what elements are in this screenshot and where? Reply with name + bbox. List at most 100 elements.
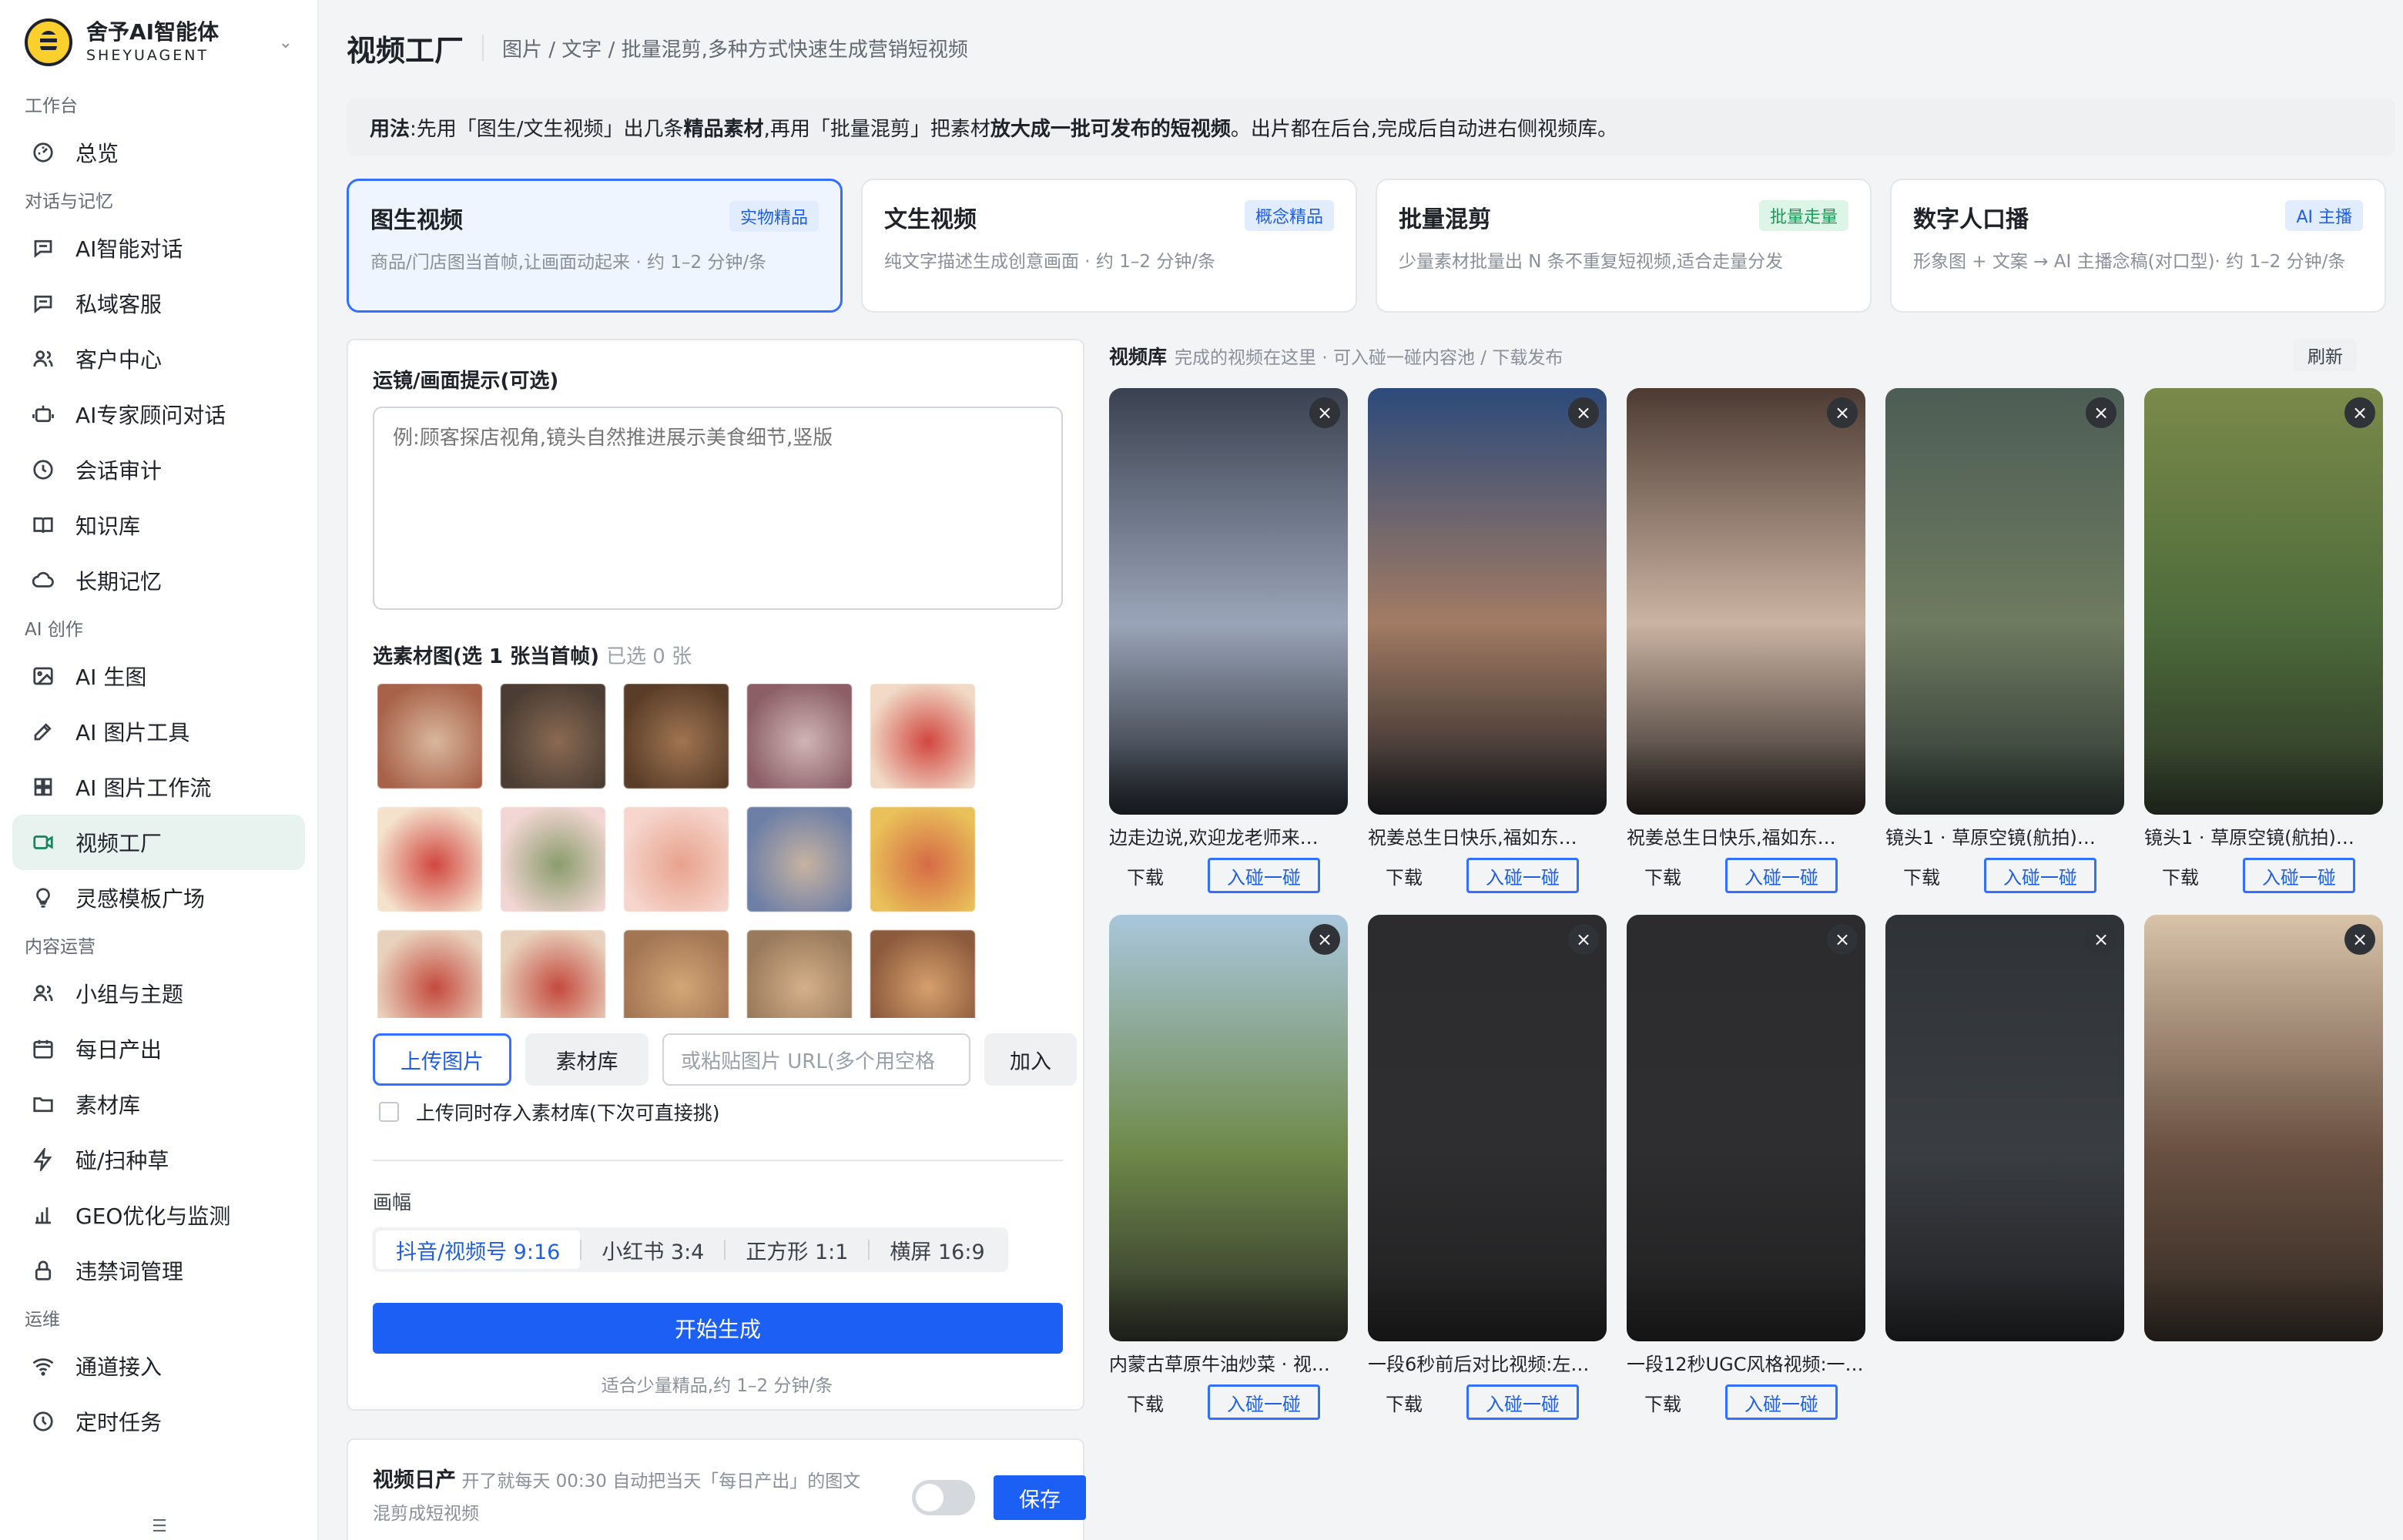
aspect-option[interactable]: 横屏 16:9 xyxy=(870,1230,1004,1269)
material-thumbnail[interactable] xyxy=(377,807,482,912)
refresh-button[interactable]: 刷新 xyxy=(2294,339,2357,371)
prompt-textarea[interactable] xyxy=(373,407,1063,610)
sidebar-item[interactable]: 长期记忆 xyxy=(12,553,305,608)
video-thumbnail[interactable]: × xyxy=(1885,915,2124,1341)
aspect-option[interactable]: 抖音/视频号 9:16 xyxy=(376,1230,581,1269)
sidebar-item[interactable]: 每日产出 xyxy=(12,1021,305,1076)
sidebar-item[interactable]: 素材库 xyxy=(12,1076,305,1132)
download-link[interactable]: 下载 xyxy=(2144,862,2217,889)
video-thumbnail[interactable]: × xyxy=(1627,388,1865,815)
close-icon[interactable]: × xyxy=(1309,924,1340,955)
material-thumbnail[interactable] xyxy=(747,930,852,1018)
download-link[interactable]: 下载 xyxy=(1109,862,1181,889)
aspect-option[interactable]: 正方形 1:1 xyxy=(726,1230,868,1269)
image-url-input[interactable]: 或粘贴图片 URL(多个用空格 xyxy=(662,1033,970,1086)
material-thumbnail[interactable] xyxy=(377,930,482,1018)
material-thumbnail[interactable] xyxy=(501,684,605,788)
material-thumbnail[interactable] xyxy=(624,807,729,912)
sidebar-item[interactable]: AI 图片工具 xyxy=(12,704,305,759)
video-thumbnail[interactable]: × xyxy=(2144,915,2383,1341)
collapse-sidebar-icon[interactable]: ☰ xyxy=(0,1512,319,1540)
video-thumbnail[interactable]: × xyxy=(1368,915,1607,1341)
video-thumbnail[interactable]: × xyxy=(2144,388,2383,815)
video-library-header: 视频库 完成的视频在这里 · 可入碰一碰内容池 / 下载发布 刷新 xyxy=(1109,339,2388,371)
brand-switcher[interactable]: 舍予AI智能体 SHEYUAGENT ⌄ xyxy=(0,0,317,85)
sidebar-item[interactable]: 通道接入 xyxy=(12,1338,305,1394)
sidebar-item[interactable]: 定时任务 xyxy=(12,1394,305,1449)
sidebar-item[interactable]: AI专家顾问对话 xyxy=(12,387,305,442)
close-icon[interactable]: × xyxy=(1309,397,1340,428)
main-content: 视频工厂 图片 / 文字 / 批量混剪,多种方式快速生成营销短视频 用法 :先用… xyxy=(319,0,2403,1540)
material-thumbnail[interactable] xyxy=(377,684,482,788)
material-thumbnail[interactable] xyxy=(501,807,605,912)
sidebar-item[interactable]: 碰/扫种草 xyxy=(12,1132,305,1187)
sidebar-item[interactable]: 会话审计 xyxy=(12,442,305,497)
add-to-pool-button[interactable]: 入碰一碰 xyxy=(1984,858,2096,893)
sidebar-item[interactable]: 违禁词管理 xyxy=(12,1243,305,1298)
video-thumbnail[interactable]: × xyxy=(1885,388,2124,815)
close-icon[interactable]: × xyxy=(2344,397,2375,428)
sidebar-item[interactable]: 灵感模板广场 xyxy=(12,870,305,926)
sidebar-item[interactable]: 视频工厂 xyxy=(12,815,305,870)
material-thumbnail[interactable] xyxy=(747,684,852,788)
video-thumbnail[interactable]: × xyxy=(1368,388,1607,815)
sidebar-item[interactable]: 知识库 xyxy=(12,497,305,553)
video-thumbnail[interactable]: × xyxy=(1627,915,1865,1341)
mode-card[interactable]: 文生视频 概念精品 纯文字描述生成创意画面 · 约 1–2 分钟/条 xyxy=(861,179,1357,313)
close-icon[interactable]: × xyxy=(1568,924,1599,955)
close-icon[interactable]: × xyxy=(1827,924,1858,955)
sidebar-item[interactable]: GEO优化与监测 xyxy=(12,1187,305,1243)
sidebar-item[interactable]: 客户中心 xyxy=(12,331,305,387)
download-link[interactable]: 下载 xyxy=(1627,862,1699,889)
sidebar-item-label: AI 生图 xyxy=(75,665,147,690)
save-to-library-option[interactable]: 上传同时存入素材库(下次可直接挑) xyxy=(379,1098,720,1126)
video-thumbnail[interactable]: × xyxy=(1109,915,1348,1341)
sidebar-item[interactable]: 私域客服 xyxy=(12,276,305,331)
close-icon[interactable]: × xyxy=(2086,397,2116,428)
material-thumbnail[interactable] xyxy=(747,807,852,912)
download-link[interactable]: 下载 xyxy=(1627,1389,1699,1416)
video-actions: 下载 入碰一碰 xyxy=(1627,858,1865,893)
add-url-button[interactable]: 加入 xyxy=(984,1033,1077,1086)
chevron-down-icon[interactable]: ⌄ xyxy=(279,33,293,52)
close-icon[interactable]: × xyxy=(2086,924,2116,955)
add-to-pool-button[interactable]: 入碰一碰 xyxy=(1466,858,1579,893)
download-link[interactable]: 下载 xyxy=(1109,1389,1181,1416)
add-to-pool-button[interactable]: 入碰一碰 xyxy=(1725,858,1838,893)
add-to-pool-button[interactable]: 入碰一碰 xyxy=(1466,1384,1579,1420)
close-icon[interactable]: × xyxy=(1568,397,1599,428)
video-thumbnail[interactable]: × xyxy=(1109,388,1348,815)
material-thumbnail[interactable] xyxy=(870,930,975,1018)
sidebar-item[interactable]: 小组与主题 xyxy=(12,966,305,1021)
material-thumbnails xyxy=(377,684,1071,1018)
mode-card[interactable]: 批量混剪 批量走量 少量素材批量出 N 条不重复短视频,适合走量分发 xyxy=(1376,179,1872,313)
material-thumbnail[interactable] xyxy=(624,684,729,788)
sidebar-item[interactable]: AI 生图 xyxy=(12,648,305,704)
download-link[interactable]: 下载 xyxy=(1885,862,1958,889)
upload-image-button[interactable]: 上传图片 xyxy=(373,1033,511,1086)
aspect-option[interactable]: 小红书 3:4 xyxy=(581,1230,724,1269)
sidebar-item[interactable]: AI 图片工作流 xyxy=(12,759,305,815)
material-thumbnail[interactable] xyxy=(870,684,975,788)
material-thumbnail[interactable] xyxy=(501,930,605,1018)
save-button[interactable]: 保存 xyxy=(994,1475,1086,1520)
video-title: 内蒙古草原牛油炒菜 · 视… xyxy=(1109,1354,1330,1375)
add-to-pool-button[interactable]: 入碰一碰 xyxy=(1208,1384,1320,1420)
material-thumbnail[interactable] xyxy=(870,807,975,912)
start-generate-button[interactable]: 开始生成 xyxy=(373,1303,1063,1354)
material-thumbnail[interactable] xyxy=(624,930,729,1018)
mode-card[interactable]: 图生视频 实物精品 商品/门店图当首帧,让画面动起来 · 约 1–2 分钟/条 xyxy=(347,179,843,313)
add-to-pool-button[interactable]: 入碰一碰 xyxy=(1208,858,1320,893)
sidebar-item[interactable]: 总览 xyxy=(12,125,305,180)
add-to-pool-button[interactable]: 入碰一碰 xyxy=(2243,858,2355,893)
close-icon[interactable]: × xyxy=(2344,924,2375,955)
save-to-library-checkbox[interactable] xyxy=(379,1102,399,1122)
material-library-button[interactable]: 素材库 xyxy=(525,1033,649,1086)
daily-toggle[interactable] xyxy=(912,1480,975,1515)
add-to-pool-button[interactable]: 入碰一碰 xyxy=(1725,1384,1838,1420)
download-link[interactable]: 下载 xyxy=(1368,862,1440,889)
sidebar-item[interactable]: AI智能对话 xyxy=(12,220,305,276)
download-link[interactable]: 下载 xyxy=(1368,1389,1440,1416)
close-icon[interactable]: × xyxy=(1827,397,1858,428)
mode-card[interactable]: 数字人口播 AI 主播 形象图 + 文案 → AI 主播念稿(对口型)· 约 1–2… xyxy=(1890,179,2386,313)
